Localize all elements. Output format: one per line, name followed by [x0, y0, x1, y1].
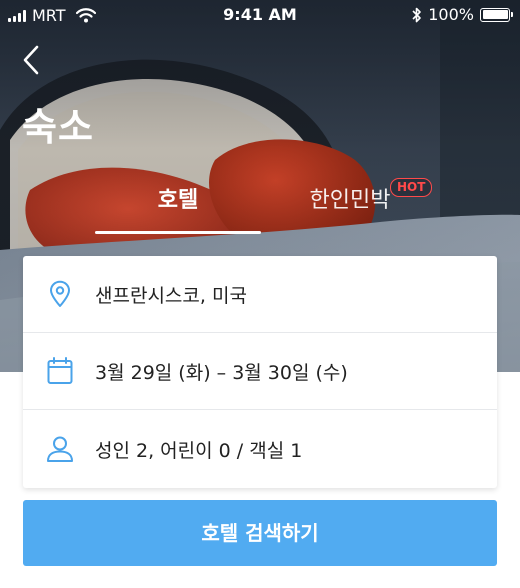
guests-value: 성인 2, 어린이 0 / 객실 1 [95, 439, 303, 462]
search-form-card: 샌프란시스코, 미국 3월 29일 (화) – 3월 30일 (수) 성인 2,… [23, 256, 497, 488]
location-pin-icon [45, 279, 75, 309]
battery-icon [480, 7, 513, 22]
guests-field[interactable]: 성인 2, 어린이 0 / 객실 1 [23, 410, 497, 488]
destination-value: 샌프란시스코, 미국 [95, 284, 247, 307]
accommodation-tabs: 호텔 한인민박 [0, 176, 520, 234]
date-range-field[interactable]: 3월 29일 (화) – 3월 30일 (수) [23, 333, 497, 410]
hot-badge: HOT [390, 178, 433, 197]
chevron-left-icon [23, 45, 39, 75]
status-right: 100% [412, 5, 513, 24]
status-bar: MRT 9:41 AM 100% [0, 0, 520, 30]
battery-percent: 100% [428, 5, 474, 24]
page-title: 숙소 [22, 105, 94, 149]
bluetooth-icon [412, 7, 422, 22]
back-button[interactable] [18, 42, 48, 78]
calendar-icon [45, 356, 75, 386]
destination-field[interactable]: 샌프란시스코, 미국 [23, 256, 497, 333]
date-range-value: 3월 29일 (화) – 3월 30일 (수) [95, 361, 348, 384]
search-hotels-button[interactable]: 호텔 검색하기 [23, 500, 497, 566]
person-icon [45, 434, 75, 464]
tab-hotel[interactable]: 호텔 [95, 176, 261, 234]
